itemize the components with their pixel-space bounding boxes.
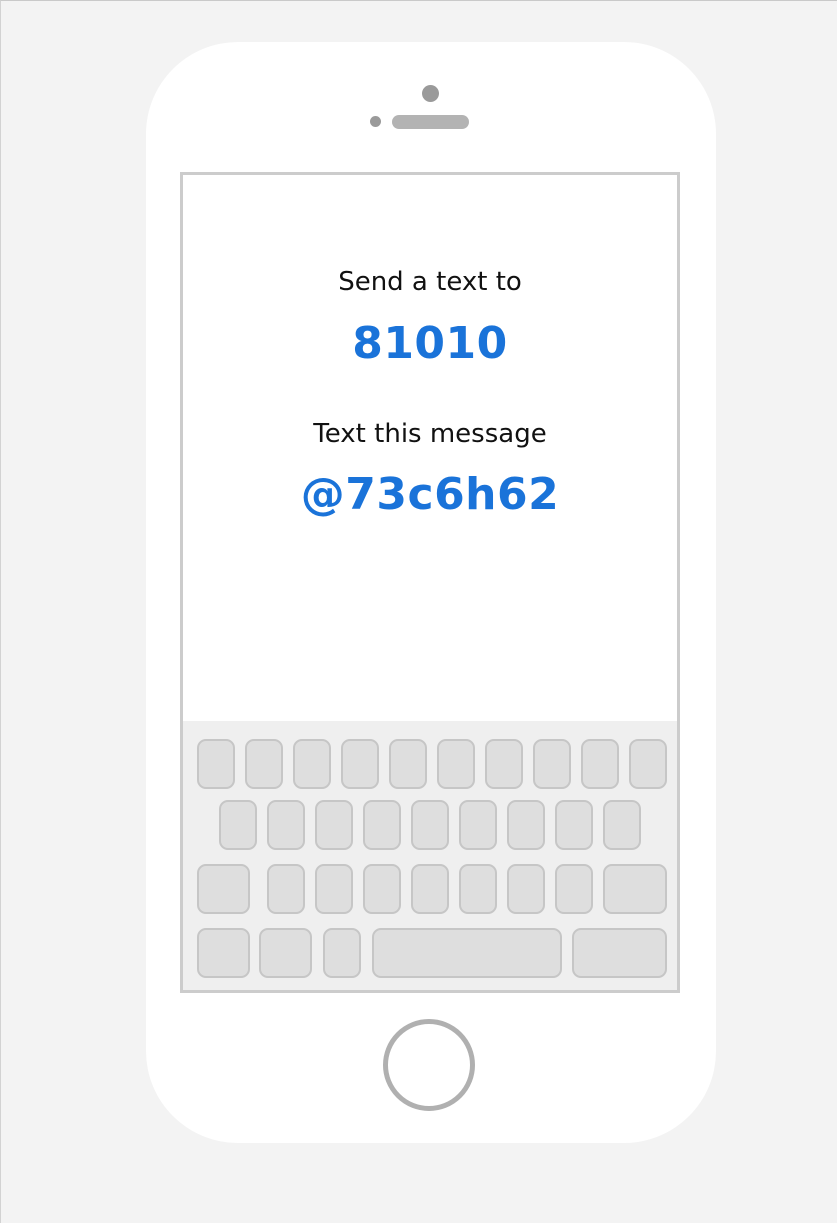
keyboard-key <box>315 864 353 914</box>
message-label: Text this message <box>313 419 547 449</box>
keyboard-key-emoji <box>259 928 312 978</box>
home-button-icon <box>383 1019 475 1111</box>
keyboard-key-shift <box>197 864 250 914</box>
keyboard-key <box>507 864 545 914</box>
keyboard-key <box>267 800 305 850</box>
keyboard-key <box>485 739 523 789</box>
keyboard-key <box>197 739 235 789</box>
keyboard-key <box>267 864 305 914</box>
keyboard-key <box>507 800 545 850</box>
keyboard-key <box>245 739 283 789</box>
camera-icon <box>422 85 439 102</box>
keyboard-key <box>581 739 619 789</box>
keyboard-key <box>293 739 331 789</box>
phone-screen: Send a text to 81010 Text this message @… <box>180 172 680 993</box>
send-to-label: Send a text to <box>338 267 522 297</box>
keyboard-illustration <box>183 721 677 990</box>
keyboard-key-return <box>572 928 667 978</box>
keyboard-key-mic <box>323 928 361 978</box>
keyboard-key <box>555 800 593 850</box>
sensor-icon <box>370 116 381 127</box>
keyboard-key-backspace <box>603 864 667 914</box>
keyboard-key <box>459 800 497 850</box>
keyboard-key <box>341 739 379 789</box>
speaker-icon <box>392 115 469 129</box>
keyboard-key <box>389 739 427 789</box>
keyboard-key <box>555 864 593 914</box>
keyboard-key <box>363 864 401 914</box>
keyboard-key <box>363 800 401 850</box>
keyboard-key <box>411 864 449 914</box>
keyboard-key <box>437 739 475 789</box>
keyboard-key <box>219 800 257 850</box>
keyboard-key-space <box>372 928 562 978</box>
short-code-number: 81010 <box>352 318 508 369</box>
message-code: @73c6h62 <box>300 469 560 520</box>
phone-illustration: Send a text to 81010 Text this message @… <box>146 42 716 1143</box>
keyboard-key <box>411 800 449 850</box>
keyboard-key <box>459 864 497 914</box>
keyboard-key <box>603 800 641 850</box>
keyboard-key <box>533 739 571 789</box>
keyboard-key <box>315 800 353 850</box>
keyboard-key <box>629 739 667 789</box>
keyboard-key-numbers <box>197 928 250 978</box>
